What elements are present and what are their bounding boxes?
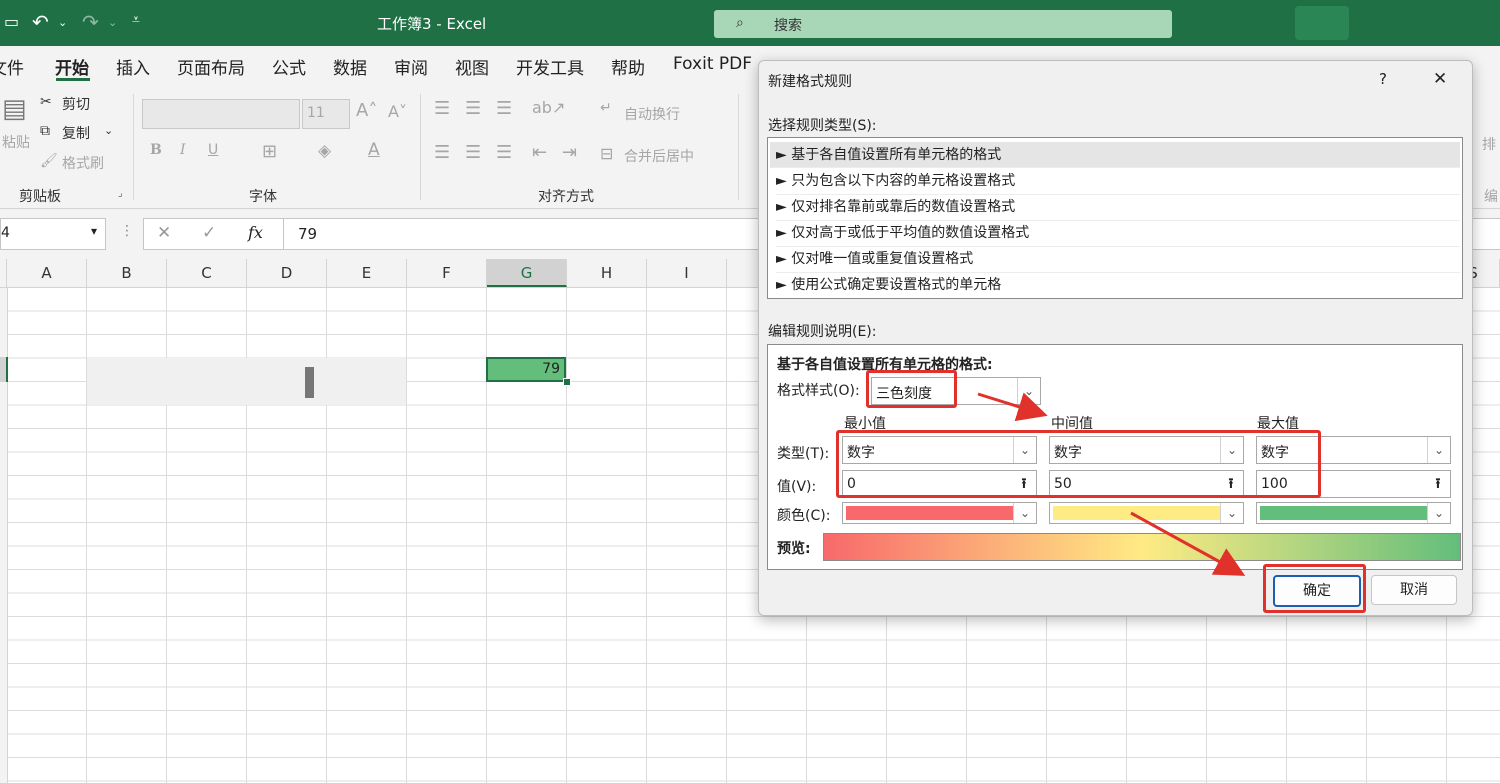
arrow-to-ok-button — [1130, 511, 1246, 576]
arrow-to-type-values — [977, 392, 1048, 422]
annotation-arrows — [977, 392, 1246, 576]
